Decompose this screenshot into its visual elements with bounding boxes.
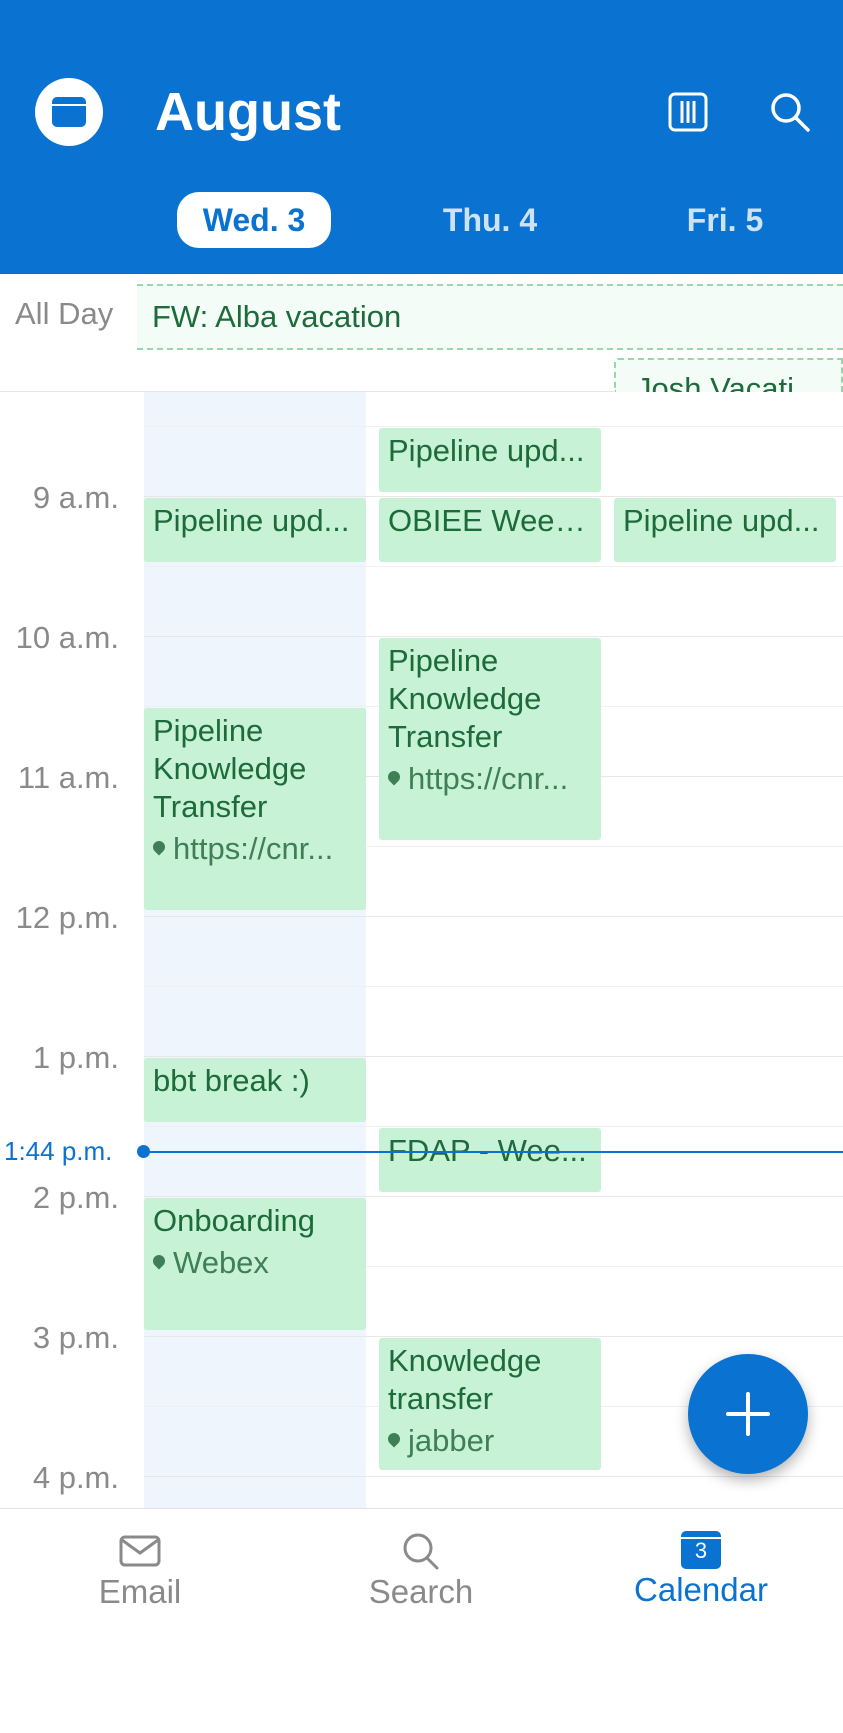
calendar-account-button[interactable]: [35, 78, 103, 146]
month-title[interactable]: August: [155, 78, 341, 146]
calendar-event[interactable]: bbt break :): [144, 1058, 366, 1122]
calendar-event[interactable]: OBIEE Week...: [379, 498, 601, 562]
mail-icon: [119, 1535, 161, 1567]
grid-line: [144, 1056, 843, 1057]
day-tab-fri[interactable]: Fri. 5: [648, 192, 802, 248]
calendar-event[interactable]: Pipeline Knowledge Transfer https://cnr.…: [144, 708, 366, 910]
bottom-navigation: Email Search 3 Calendar: [0, 1508, 843, 1733]
current-time-line: [144, 1151, 843, 1153]
grid-line: [144, 426, 843, 427]
all-day-label: All Day: [15, 296, 114, 331]
app-header: August Wed. 3 Thu. 4 Fri. 5: [0, 0, 843, 274]
nav-search[interactable]: Search: [321, 1531, 521, 1611]
event-location: https://cnr...: [388, 760, 592, 798]
grid-line: [144, 986, 843, 987]
event-title: bbt break :): [153, 1063, 310, 1098]
calendar-event[interactable]: Onboarding Webex: [144, 1198, 366, 1330]
event-title: Pipeline upd...: [153, 503, 350, 538]
grid-line: [144, 1336, 843, 1337]
hour-label: 12 p.m.: [15, 900, 119, 935]
location-pin-icon: [153, 838, 168, 856]
grid-line: [144, 566, 843, 567]
calendar-icon: [52, 97, 86, 127]
hour-label: 2 p.m.: [32, 1180, 119, 1215]
calendar-badge: 3: [694, 1538, 708, 1563]
time-grid: 9 a.m. 10 a.m. 11 a.m. 12 p.m. 1 p.m. 2 …: [0, 392, 843, 1508]
hour-label: 10 a.m.: [15, 620, 119, 655]
grid-line: [144, 916, 843, 917]
calendar-event[interactable]: Pipeline upd...: [614, 498, 836, 562]
hour-label: 1 p.m.: [32, 1040, 119, 1075]
hour-label: 11 a.m.: [17, 760, 119, 795]
current-time-label: 1:44 p.m.: [4, 1136, 113, 1166]
nav-search-label: Search: [368, 1573, 474, 1610]
new-event-button[interactable]: [688, 1354, 808, 1474]
search-icon: [403, 1533, 439, 1570]
grid-line: [144, 1196, 843, 1197]
event-location-text: https://cnr...: [408, 761, 569, 796]
event-location-text: jabber: [408, 1423, 495, 1458]
nav-calendar[interactable]: 3 Calendar: [601, 1531, 801, 1609]
all-day-row: All Day FW: Alba vacation Josh Vacati: [0, 274, 843, 392]
hour-label: 3 p.m.: [32, 1320, 119, 1355]
event-title: Pipeline Knowledge Transfer: [153, 713, 307, 824]
current-time-dot: [137, 1145, 150, 1158]
event-location-text: https://cnr...: [173, 831, 334, 866]
day-tab-wed[interactable]: Wed. 3: [177, 192, 331, 248]
event-location: Webex: [153, 1244, 357, 1282]
grid-line: [144, 636, 843, 637]
calendar-event[interactable]: Knowledge transfer jabber: [379, 1338, 601, 1470]
event-title: Onboarding: [153, 1203, 316, 1238]
nav-calendar-label: Calendar: [634, 1571, 768, 1608]
all-day-event[interactable]: Josh Vacati: [614, 358, 843, 392]
event-location: jabber: [388, 1422, 592, 1460]
nav-email-label: Email: [98, 1573, 182, 1610]
location-pin-icon: [388, 768, 403, 786]
search-icon[interactable]: [768, 90, 812, 134]
event-title: Pipeline upd...: [388, 433, 585, 468]
hour-label: 4 p.m.: [32, 1460, 119, 1495]
day-tab-thu[interactable]: Thu. 4: [413, 192, 567, 248]
calendar-event[interactable]: FDAP - Wee...: [379, 1128, 601, 1192]
grid-line: [144, 496, 843, 497]
location-pin-icon: [153, 1252, 168, 1270]
all-day-event[interactable]: FW: Alba vacation: [137, 284, 843, 350]
nav-email[interactable]: Email: [40, 1531, 240, 1611]
calendar-event[interactable]: Pipeline upd...: [144, 498, 366, 562]
event-title: OBIEE Week...: [388, 503, 592, 538]
calendar-event[interactable]: Pipeline upd...: [379, 428, 601, 492]
calendar-event[interactable]: Pipeline Knowledge Transfer https://cnr.…: [379, 638, 601, 840]
event-title: Pipeline upd...: [623, 503, 820, 538]
plus-icon: [726, 1392, 770, 1436]
event-location-text: Webex: [173, 1245, 269, 1280]
grid-line: [144, 1126, 843, 1127]
grid-line: [144, 1476, 843, 1477]
location-pin-icon: [388, 1430, 403, 1448]
event-location: https://cnr...: [153, 830, 357, 868]
calendar-icon: 3: [681, 1531, 721, 1569]
hour-label: 9 a.m.: [32, 480, 119, 515]
day-view-icon[interactable]: [668, 92, 708, 132]
event-title: Knowledge transfer: [388, 1343, 542, 1416]
event-title: Pipeline Knowledge Transfer: [388, 643, 542, 754]
